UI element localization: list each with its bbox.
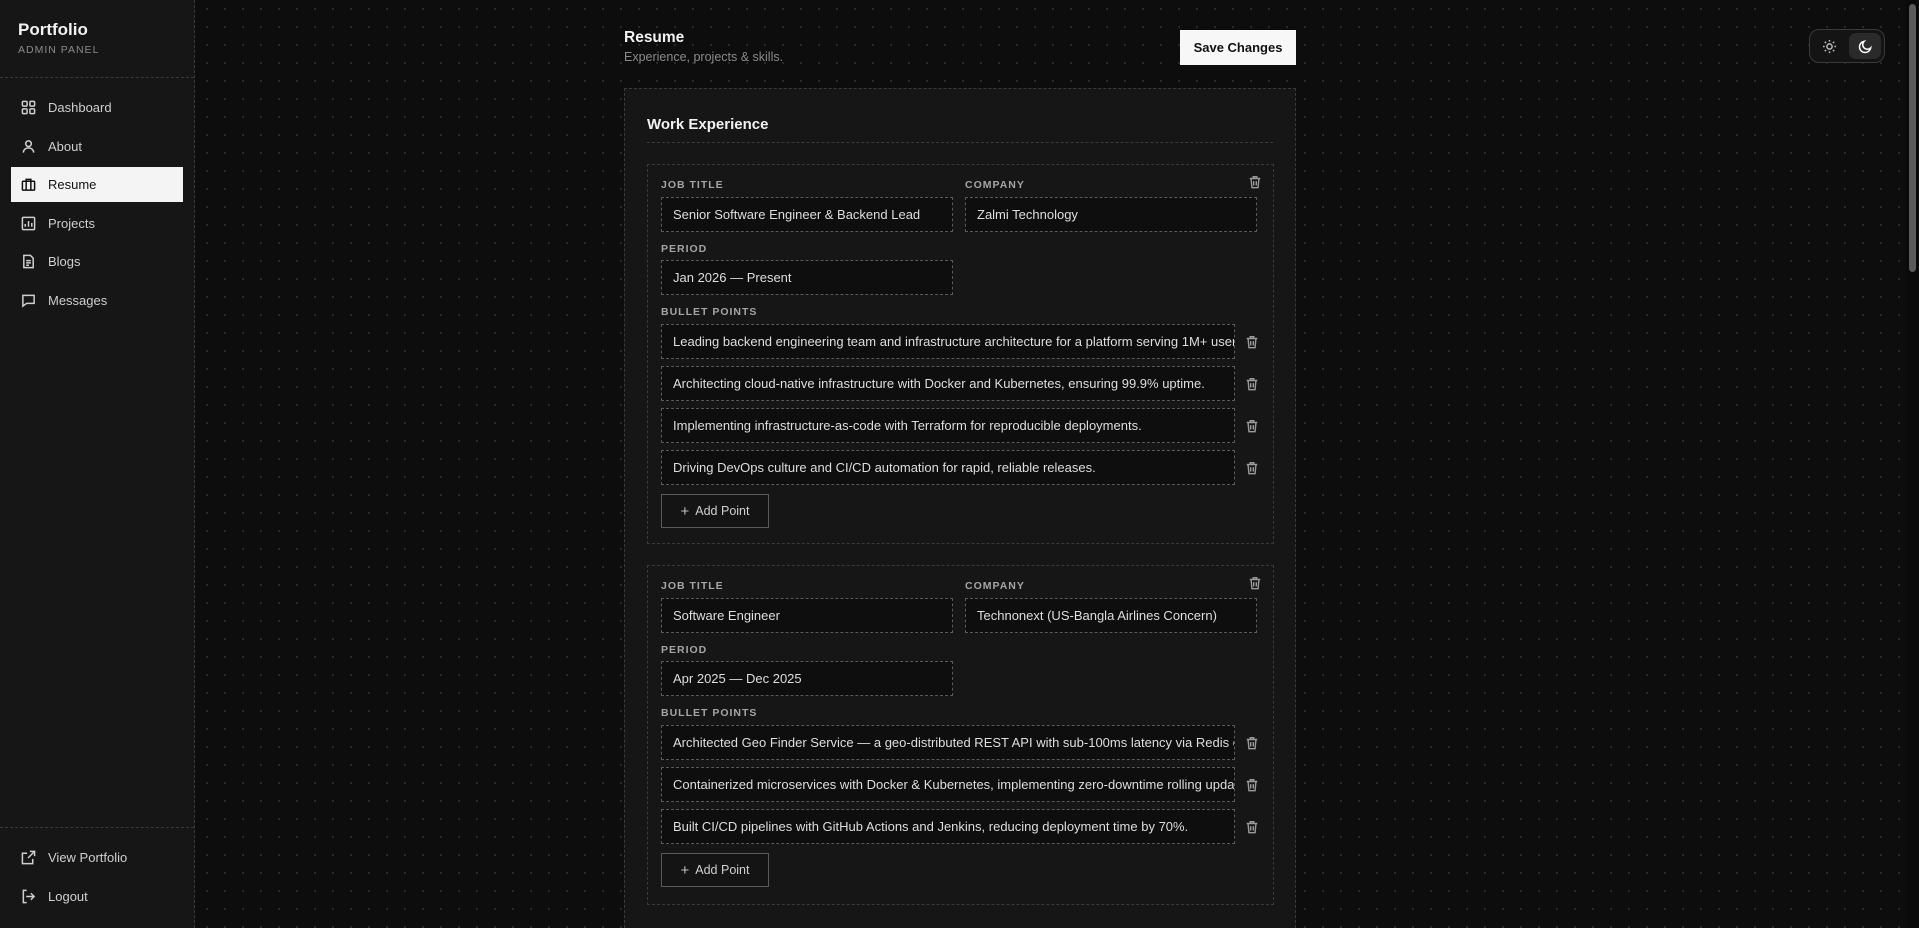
sidebar-item-label: Messages	[48, 292, 108, 308]
company-label: COMPANY	[965, 580, 1025, 592]
add-point-button[interactable]: + Add Point	[661, 853, 769, 887]
delete-entry-button[interactable]	[1248, 175, 1262, 189]
page-title: Resume	[624, 29, 685, 46]
moon-icon	[1858, 39, 1872, 53]
bullet-point-input[interactable]: Implementing infrastructure-as-code with…	[661, 408, 1235, 443]
page-scrollbar[interactable]	[1906, 0, 1919, 928]
delete-bullet-button[interactable]	[1245, 461, 1259, 475]
section-title: Work Experience	[647, 116, 1273, 143]
theme-toggle[interactable]	[1809, 29, 1885, 63]
save-changes-button[interactable]: Save Changes	[1180, 30, 1296, 65]
sidebar-footer: View Portfolio Logout	[0, 827, 194, 928]
bullet-point-input[interactable]: Leading backend engineering team and inf…	[661, 324, 1235, 359]
trash-icon	[1246, 420, 1258, 433]
period-input[interactable]: Jan 2026 — Present	[661, 260, 953, 295]
sidebar-item-label: Logout	[48, 888, 88, 904]
sidebar-item-about[interactable]: About	[11, 129, 183, 164]
bullet-point-input[interactable]: Containerized microservices with Docker …	[661, 767, 1235, 802]
trash-icon	[1246, 462, 1258, 475]
period-label: PERIOD	[661, 644, 708, 656]
bullet-points-label: BULLET POINTS	[661, 306, 758, 318]
delete-bullet-button[interactable]	[1245, 377, 1259, 391]
experience-entry: JOB TITLE COMPANY Senior Software Engine…	[647, 164, 1274, 544]
job-title-label: JOB TITLE	[661, 580, 724, 592]
briefcase-icon	[21, 178, 36, 191]
bullet-point-input[interactable]: Driving DevOps culture and CI/CD automat…	[661, 450, 1235, 485]
delete-bullet-button[interactable]	[1245, 736, 1259, 750]
add-point-label: Add Point	[695, 863, 750, 877]
job-title-input[interactable]: Software Engineer	[661, 598, 953, 633]
sidebar-item-label: Blogs	[48, 254, 81, 269]
bullet-points-label: BULLET POINTS	[661, 707, 758, 719]
sidebar-item-label: Projects	[48, 215, 95, 231]
scrollbar-thumb[interactable]	[1909, 4, 1916, 272]
sidebar-item-label: About	[48, 138, 82, 154]
sidebar-item-label: View Portfolio	[48, 850, 128, 865]
user-icon	[22, 139, 35, 153]
sidebar-item-messages[interactable]: Messages	[11, 283, 183, 318]
company-label: COMPANY	[965, 179, 1025, 191]
brand-title: Portfolio	[18, 20, 88, 39]
company-input[interactable]: Technonext (US-Bangla Airlines Concern)	[965, 598, 1257, 633]
trash-icon	[1249, 176, 1261, 189]
logout-link[interactable]: Logout	[11, 879, 183, 914]
company-input[interactable]: Zalmi Technology	[965, 197, 1257, 232]
external-link-icon	[21, 850, 36, 865]
sidebar-item-label: Dashboard	[48, 100, 112, 115]
period-input[interactable]: Apr 2025 — Dec 2025	[661, 661, 953, 696]
dark-mode-option[interactable]	[1849, 33, 1881, 59]
experience-entry: JOB TITLE COMPANY Software Engineer Tech…	[647, 565, 1274, 905]
trash-icon	[1246, 821, 1258, 834]
delete-bullet-button[interactable]	[1245, 778, 1259, 792]
job-title-input[interactable]: Senior Software Engineer & Backend Lead	[661, 197, 953, 232]
bullet-point-input[interactable]: Built CI/CD pipelines with GitHub Action…	[661, 809, 1235, 844]
add-point-label: Add Point	[695, 504, 750, 518]
bullet-point-input[interactable]: Architected Geo Finder Service — a geo-d…	[661, 725, 1235, 760]
page-subtitle: Experience, projects & skills.	[624, 50, 784, 64]
sidebar-item-label: Resume	[48, 177, 97, 192]
message-icon	[22, 294, 35, 308]
sidebar-item-dashboard[interactable]: Dashboard	[11, 90, 183, 125]
sidebar-item-resume[interactable]: Resume	[11, 167, 183, 202]
period-label: PERIOD	[661, 243, 708, 255]
delete-entry-button[interactable]	[1248, 576, 1262, 590]
work-experience-card: Work Experience JOB TITLE COMPANY Senior…	[624, 88, 1296, 928]
plus-icon: +	[680, 861, 690, 879]
sidebar-item-blogs[interactable]: Blogs	[11, 244, 183, 279]
delete-bullet-button[interactable]	[1245, 335, 1259, 349]
bullet-point-input[interactable]: Architecting cloud-native infrastructure…	[661, 366, 1235, 401]
trash-icon	[1249, 577, 1261, 590]
brand: Portfolio ADMIN PANEL	[0, 0, 194, 78]
light-mode-option[interactable]	[1813, 33, 1845, 59]
trash-icon	[1246, 336, 1258, 349]
view-portfolio-link[interactable]: View Portfolio	[11, 840, 183, 875]
add-point-button[interactable]: + Add Point	[661, 494, 769, 528]
brand-subtitle: ADMIN PANEL	[18, 44, 100, 56]
job-title-label: JOB TITLE	[661, 179, 724, 191]
sidebar-nav: Dashboard About Resume Projects Blogs Me…	[0, 78, 194, 318]
chart-icon	[21, 216, 36, 230]
document-icon	[23, 254, 34, 269]
trash-icon	[1246, 737, 1258, 750]
sidebar: Portfolio ADMIN PANEL Dashboard About Re…	[0, 0, 195, 928]
trash-icon	[1246, 779, 1258, 792]
delete-bullet-button[interactable]	[1245, 419, 1259, 433]
sun-icon	[1822, 39, 1836, 53]
logout-icon	[22, 889, 36, 903]
plus-icon: +	[680, 502, 690, 520]
sidebar-item-projects[interactable]: Projects	[11, 206, 183, 241]
grid-icon	[21, 100, 36, 115]
trash-icon	[1246, 378, 1258, 391]
delete-bullet-button[interactable]	[1245, 820, 1259, 834]
